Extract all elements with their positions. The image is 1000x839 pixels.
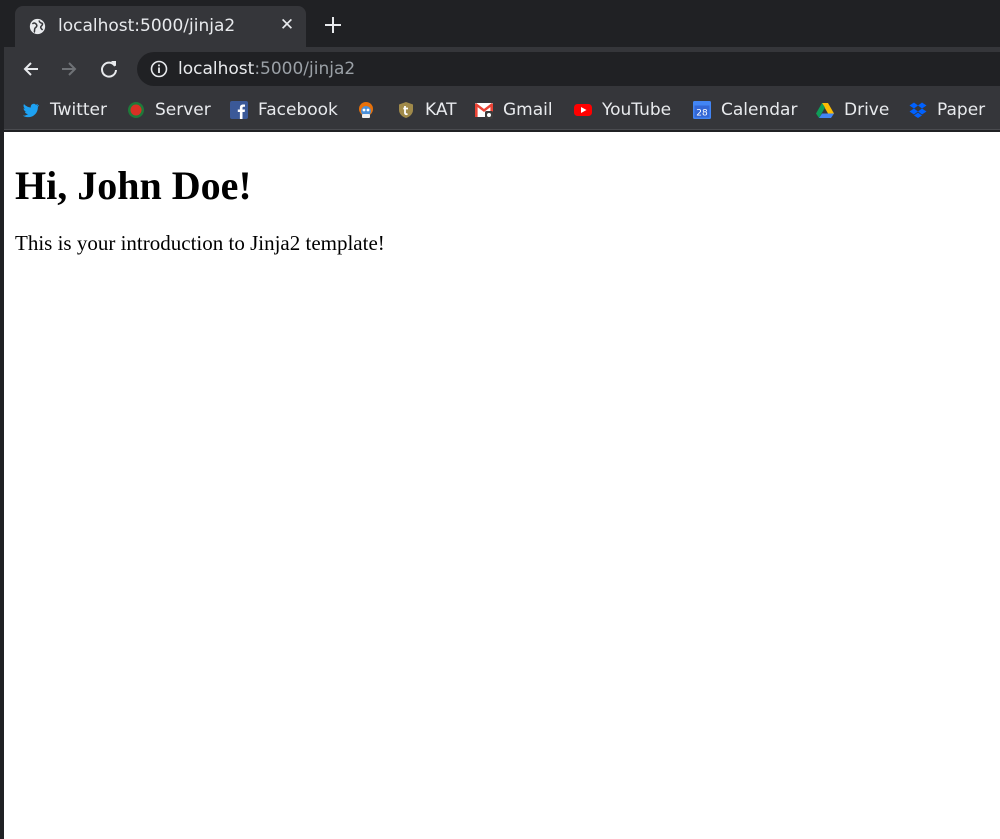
bookmark-label: Server [155, 100, 211, 120]
facebook-icon [230, 101, 248, 119]
bookmark-youtube[interactable]: YouTube [574, 98, 671, 122]
toolbar: localhost:5000/jinja2 [0, 47, 1000, 91]
bookmark-drive[interactable]: Drive [816, 98, 889, 122]
youtube-icon [574, 104, 592, 116]
bookmark-label: Gmail [503, 100, 553, 120]
bookmark-label: Twitter [50, 100, 107, 120]
bookmark-label: KAT [425, 100, 457, 120]
tab-title: localhost:5000/jinja2 [58, 16, 236, 36]
bookmark-kat[interactable]: KAT [397, 98, 457, 122]
url-host: localhost [178, 59, 255, 79]
active-tab[interactable]: localhost:5000/jinja2 ✕ [15, 6, 306, 47]
url-text[interactable]: localhost:5000/jinja2 [178, 59, 355, 79]
info-icon[interactable] [150, 60, 168, 78]
browser-chrome: localhost:5000/jinja2 ✕ localhost:5000/j… [0, 0, 1000, 132]
mascot-icon [359, 102, 373, 118]
calendar-day: 28 [696, 109, 708, 119]
twitter-icon [22, 103, 39, 118]
bookmark-server[interactable]: Server [127, 98, 211, 122]
new-tab-plus-icon[interactable] [322, 14, 344, 36]
window-edge [0, 0, 4, 839]
bookmark-label: Facebook [258, 100, 338, 120]
globe-icon [29, 18, 46, 35]
bookmarks-bar: Twitter Server Facebook KAT Gmail YouTub… [0, 91, 1000, 130]
server-icon [128, 102, 144, 118]
bookmark-label: Paper [937, 100, 986, 120]
tab-strip: localhost:5000/jinja2 ✕ [0, 0, 1000, 47]
page-title: Hi, John Doe! [15, 163, 252, 208]
bookmark-mascot[interactable] [357, 98, 385, 122]
bookmark-facebook[interactable]: Facebook [230, 98, 338, 122]
url-path: :5000/jinja2 [254, 59, 356, 79]
bookmark-twitter[interactable]: Twitter [22, 98, 107, 122]
forward-arrow-icon[interactable] [58, 58, 80, 80]
bookmark-calendar[interactable]: 28 Calendar [693, 98, 797, 122]
intro-text: This is your introduction to Jinja2 temp… [15, 231, 385, 255]
bookmark-label: Drive [844, 100, 890, 120]
kat-icon [399, 102, 413, 118]
dropbox-icon [909, 102, 927, 118]
bookmark-paper[interactable]: Paper [909, 98, 985, 122]
bookmark-gmail[interactable]: Gmail [475, 98, 553, 122]
address-bar[interactable]: localhost:5000/jinja2 [137, 52, 1000, 86]
drive-icon [816, 103, 834, 118]
bookmark-label: Calendar [721, 100, 798, 120]
bookmark-label: YouTube [602, 100, 672, 120]
back-arrow-icon[interactable] [20, 58, 42, 80]
close-icon[interactable]: ✕ [277, 14, 297, 36]
page-content: Hi, John Doe! This is your introduction … [15, 132, 995, 256]
gmail-icon [475, 103, 493, 119]
calendar-icon: 28 [693, 101, 711, 119]
reload-icon[interactable] [98, 58, 120, 80]
